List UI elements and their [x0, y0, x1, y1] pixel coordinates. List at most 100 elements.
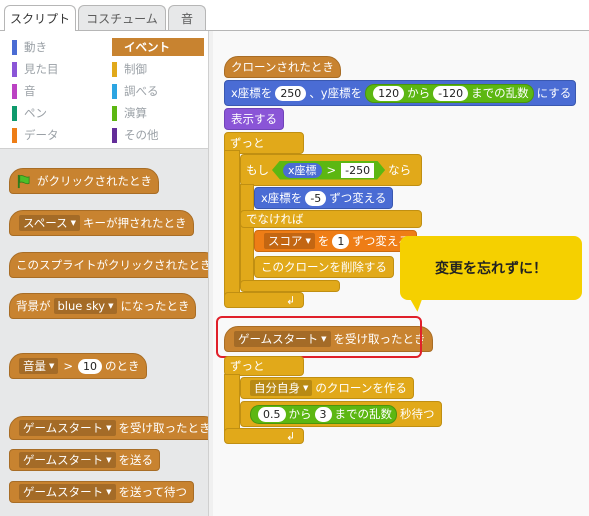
show-block[interactable]: 表示する: [224, 108, 284, 130]
callout-note: 変更を忘れずに！: [400, 236, 582, 300]
create-clone-block[interactable]: 自分自身 のクローンを作る: [240, 377, 414, 399]
block-label: にする: [536, 86, 572, 100]
forever-label-2: ずっと: [230, 359, 265, 373]
when-backdrop-switches-block[interactable]: 背景が blue sky になったとき: [9, 293, 197, 319]
when-cloned-hat-block[interactable]: クローンされたとき: [224, 56, 341, 78]
when-receive-block[interactable]: ゲームスタート を受け取ったとき: [9, 416, 218, 440]
block-label: から: [288, 407, 312, 421]
block-label: x座標を: [231, 86, 273, 100]
category-more[interactable]: その他: [112, 126, 204, 144]
clone-target-dropdown[interactable]: 自分自身: [250, 380, 313, 396]
category-list: 動き イベント 見た目 制御 音 調べる ペン 演算 データ その他: [0, 31, 212, 149]
category-pen[interactable]: ペン: [12, 104, 104, 122]
category-looks[interactable]: 見た目: [12, 60, 104, 78]
change-x-input[interactable]: -5: [305, 190, 327, 206]
else-label: でなければ: [246, 212, 304, 226]
scratch-editor: スクリプト コスチューム 音 動き イベント 見た目 制御 音 調べる ペン 演…: [0, 0, 589, 516]
block-label: ずつ変える: [329, 191, 387, 205]
highlight-box: [216, 316, 422, 358]
block-label: 表示する: [231, 112, 277, 126]
message-dropdown[interactable]: ゲームスタート: [19, 420, 116, 436]
block-label: までの乱数: [334, 407, 393, 421]
change-variable-input[interactable]: 1: [332, 233, 350, 249]
block-label: このクローンを削除する: [261, 260, 387, 274]
random-to-input[interactable]: 3: [314, 406, 332, 422]
when-key-pressed-block[interactable]: スペース キーが押されたとき: [9, 210, 194, 236]
when-sprite-clicked-block[interactable]: このスプライトがクリックされたとき: [9, 252, 219, 278]
message-dropdown[interactable]: ゲームスタート: [19, 452, 116, 468]
block-label: を送る: [118, 453, 154, 467]
goto-xy-block[interactable]: x座標を 250 、y座標を 120 から -120 までの乱数 にする: [224, 80, 576, 106]
greater-than-symbol: >: [326, 163, 337, 177]
if-else-arm: [240, 184, 254, 284]
block-label: このスプライトがクリックされたとき: [16, 258, 212, 272]
broadcast-and-wait-block[interactable]: ゲームスタート を送って待つ: [9, 481, 194, 503]
block-label: もし: [246, 163, 269, 177]
block-label: までの乱数: [471, 86, 529, 100]
block-label: キーが押されたとき: [83, 216, 187, 230]
block-label: を送って待つ: [118, 485, 187, 499]
block-label: 秒待つ: [400, 407, 435, 421]
block-label: x座標を: [261, 191, 303, 205]
category-label: データ: [24, 128, 59, 142]
if-else-header: もし x座標 > -250 なら: [244, 158, 413, 182]
block-label: がクリックされたとき: [37, 174, 152, 188]
compare-value-input[interactable]: -250: [341, 163, 374, 178]
category-label: 見た目: [24, 62, 59, 76]
change-variable-block[interactable]: スコア を 1 ずつ変える: [254, 230, 417, 252]
block-label: 、y座標を: [309, 86, 363, 100]
greater-than-symbol: >: [63, 359, 74, 373]
category-label: 制御: [124, 62, 147, 76]
category-sensing[interactable]: 調べる: [112, 82, 204, 100]
forever-block-arm: [224, 150, 240, 300]
category-sound[interactable]: 音: [12, 82, 104, 100]
category-label: イベント: [124, 40, 170, 54]
when-flag-clicked-block[interactable]: がクリックされたとき: [9, 168, 159, 194]
block-label: クローンされたとき: [231, 60, 334, 74]
tab-sounds[interactable]: 音: [168, 5, 206, 30]
block-label: のとき: [105, 359, 140, 373]
sensor-value-input[interactable]: 10: [78, 358, 103, 374]
category-operators[interactable]: 演算: [112, 104, 204, 122]
delete-clone-block[interactable]: このクローンを削除する: [254, 256, 394, 278]
green-flag-icon: [17, 174, 30, 188]
block-label: のクローンを作る: [315, 381, 407, 395]
x-value-input[interactable]: 250: [275, 85, 307, 101]
x-position-reporter[interactable]: x座標: [283, 163, 322, 178]
tab-scripts[interactable]: スクリプト: [4, 5, 76, 31]
tab-costumes[interactable]: コスチューム: [78, 5, 166, 30]
category-label: 動き: [24, 40, 47, 54]
category-control[interactable]: 制御: [112, 60, 204, 78]
random-from-input[interactable]: 120: [373, 85, 405, 101]
loop-arrow-icon: ↲: [286, 429, 296, 443]
random-reporter[interactable]: 120 から -120 までの乱数: [365, 83, 534, 103]
wait-block[interactable]: 0.5 から 3 までの乱数 秒待つ: [240, 401, 442, 427]
broadcast-block[interactable]: ゲームスタート を送る: [9, 449, 161, 471]
category-label: ペン: [24, 106, 47, 120]
greater-than-operator[interactable]: x座標 > -250: [272, 161, 385, 180]
block-label: になったとき: [120, 299, 190, 313]
category-label: その他: [124, 128, 159, 142]
sensor-dropdown[interactable]: 音量: [19, 358, 59, 374]
block-label: から: [407, 86, 431, 100]
block-label: を受け取ったとき: [118, 421, 211, 435]
if-else-bottom: [240, 280, 340, 292]
change-x-block[interactable]: x座標を -5 ずつ変える: [254, 187, 394, 209]
block-label: を: [317, 234, 330, 248]
category-label: 演算: [124, 106, 147, 120]
forever-label: ずっと: [230, 136, 265, 150]
category-motion[interactable]: 動き: [12, 38, 104, 56]
loop-arrow-icon: ↲: [286, 293, 296, 307]
category-events[interactable]: イベント: [112, 38, 204, 56]
random-to-input[interactable]: -120: [433, 85, 469, 101]
message-dropdown[interactable]: ゲームスタート: [19, 484, 116, 500]
when-sensor-greater-block[interactable]: 音量 > 10 のとき: [9, 353, 147, 379]
random-reporter[interactable]: 0.5 から 3 までの乱数: [250, 404, 397, 424]
variable-dropdown[interactable]: スコア: [264, 233, 315, 249]
backdrop-dropdown[interactable]: blue sky: [53, 298, 118, 314]
category-label: 音: [24, 84, 36, 98]
category-data[interactable]: データ: [12, 126, 104, 144]
forever-block-arm-2: [224, 374, 240, 434]
key-dropdown[interactable]: スペース: [19, 215, 81, 231]
random-from-input[interactable]: 0.5: [258, 406, 286, 422]
